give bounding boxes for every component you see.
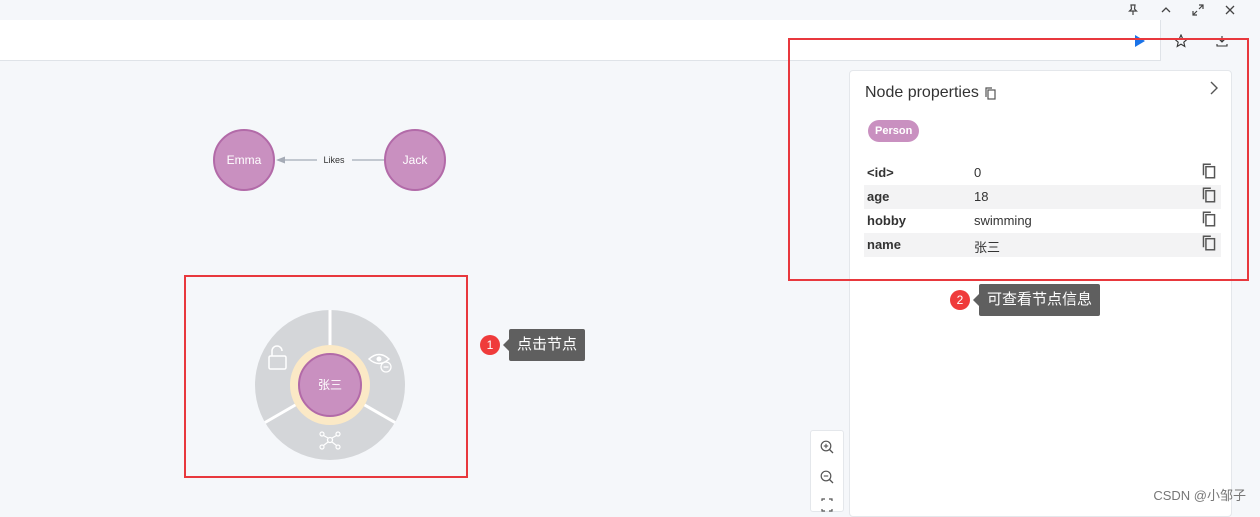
step-callout: 可查看节点信息 (972, 284, 1101, 316)
step-number-badge: 2 (950, 290, 970, 310)
chevron-up-icon[interactable] (1157, 1, 1175, 19)
fit-to-screen-icon[interactable] (819, 497, 835, 513)
relationship-likes[interactable]: Likes (276, 155, 384, 165)
relationship-label: Likes (323, 155, 345, 165)
highlight-box-panel (788, 38, 1249, 281)
zoom-in-icon[interactable] (819, 439, 835, 455)
arrowhead-icon (276, 156, 285, 164)
step-callout: 点击节点 (502, 329, 586, 361)
window-title-strip (0, 0, 1260, 20)
expand-icon[interactable] (1189, 1, 1207, 19)
watermark: CSDN @小邹子 (1153, 488, 1246, 503)
node-label-jack: Jack (403, 153, 429, 167)
highlight-box-node (184, 275, 468, 478)
step-number-badge: 1 (480, 335, 500, 355)
node-jack[interactable]: Jack (384, 129, 446, 191)
zoom-out-icon[interactable] (819, 469, 835, 485)
node-label-emma: Emma (227, 153, 262, 167)
zoom-controls (810, 430, 844, 512)
close-icon[interactable] (1221, 1, 1239, 19)
pin-icon[interactable] (1124, 1, 1142, 19)
node-emma[interactable]: Emma (213, 129, 275, 191)
